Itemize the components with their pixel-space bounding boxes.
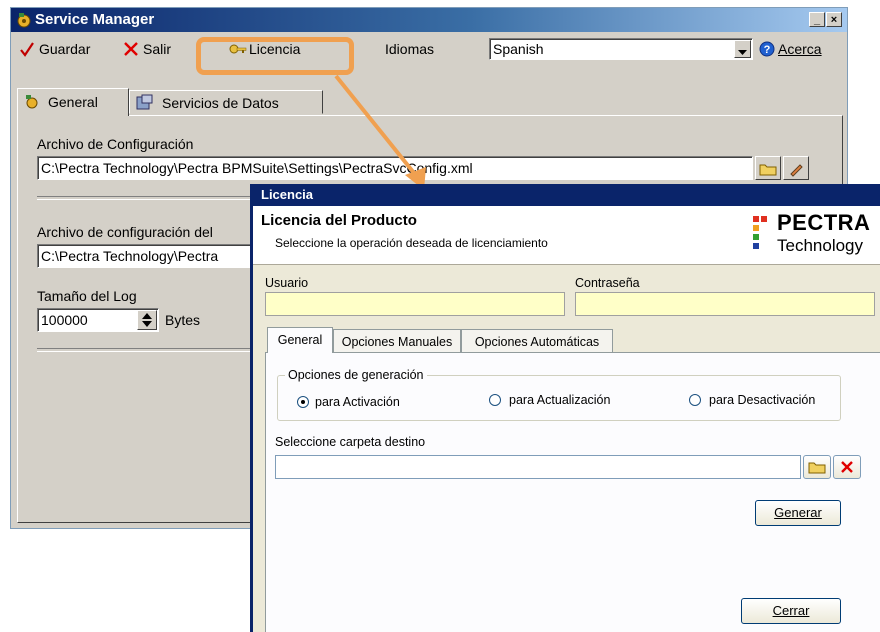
radio-activation-label: para Activación xyxy=(315,395,400,409)
dialog-title: Licencia xyxy=(261,187,314,202)
radio-circle xyxy=(489,394,501,406)
clear-folder-button[interactable] xyxy=(833,455,861,479)
folder-input[interactable] xyxy=(275,455,801,479)
tab-manual-options-label: Opciones Manuales xyxy=(341,335,453,349)
password-input[interactable] xyxy=(575,292,875,316)
radio-activation[interactable]: para Activación xyxy=(297,394,447,410)
tab-automatic-options-label: Opciones Automáticas xyxy=(474,335,600,349)
generate-button[interactable]: Generar xyxy=(755,500,841,526)
brand-name: PECTRA xyxy=(777,210,871,235)
folder-label: Seleccione carpeta destino xyxy=(275,435,426,449)
gear-icon xyxy=(26,95,38,109)
product-license-title: Licencia del Producto xyxy=(261,212,417,229)
pectra-logo-icon xyxy=(753,216,767,249)
close-dialog-button[interactable]: Cerrar xyxy=(741,598,841,624)
user-input[interactable] xyxy=(265,292,565,316)
brand-subname: Technology xyxy=(777,236,864,255)
generation-options-label: Opciones de generación xyxy=(285,368,427,382)
radio-deactivation[interactable]: para Desactivación xyxy=(689,392,849,408)
license-dialog: Licencia Licencia del Producto Seleccion… xyxy=(250,184,880,632)
tab-automatic-options[interactable]: Opciones Automáticas xyxy=(461,329,613,353)
password-label: Contraseña xyxy=(575,276,640,290)
generate-label: Generar xyxy=(774,505,822,520)
tab-general-label: General xyxy=(48,94,98,110)
radio-update-label: para Actualización xyxy=(509,393,611,407)
product-license-subtitle: Seleccione la operación deseada de licen… xyxy=(275,236,548,250)
tab-general[interactable]: General xyxy=(267,327,333,353)
dialog-header: Licencia del Producto Seleccione la oper… xyxy=(253,206,880,265)
radio-update[interactable]: para Actualización xyxy=(489,392,649,408)
tab-general-label: General xyxy=(277,333,323,347)
browse-folder-button[interactable] xyxy=(803,455,831,479)
user-label: Usuario xyxy=(265,276,309,290)
folder-icon xyxy=(808,462,826,474)
radio-circle xyxy=(297,396,309,408)
close-x-icon xyxy=(841,461,853,473)
radio-dot xyxy=(301,400,305,404)
radio-deactivation-label: para Desactivación xyxy=(709,393,816,407)
tab-manual-options[interactable]: Opciones Manuales xyxy=(333,329,461,353)
dialog-title-bar: Licencia xyxy=(253,184,880,206)
tab-general[interactable]: General xyxy=(17,88,129,116)
radio-circle xyxy=(689,394,701,406)
close-dialog-label: Cerrar xyxy=(772,603,810,618)
